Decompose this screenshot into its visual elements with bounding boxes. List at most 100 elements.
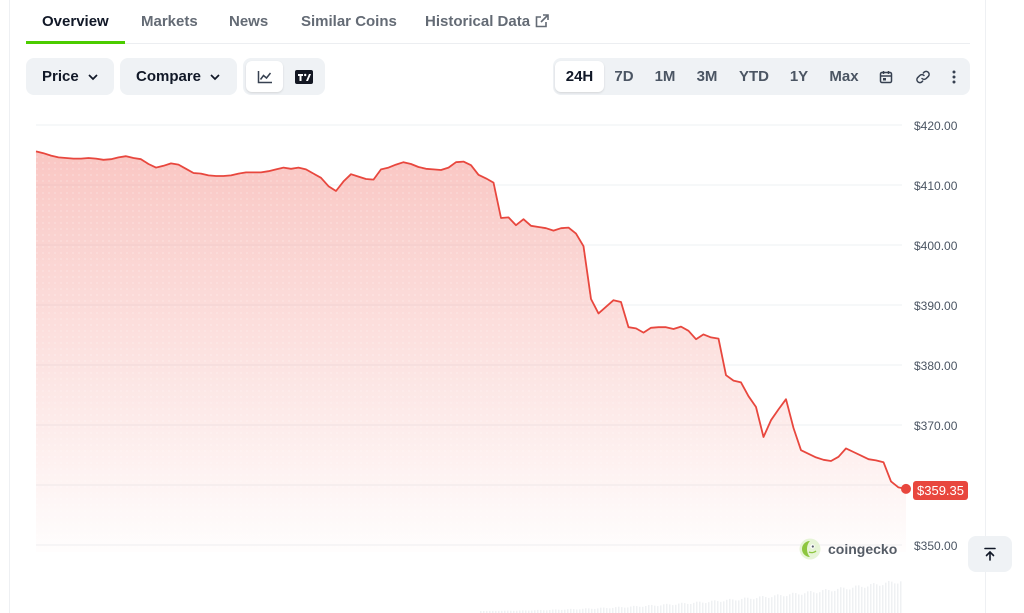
- volume-bar: [822, 590, 824, 613]
- volume-bar: [588, 608, 590, 613]
- volume-bar: [792, 592, 794, 613]
- range-max[interactable]: Max: [824, 61, 864, 92]
- volume-bar: [858, 585, 860, 613]
- volume-bar: [843, 587, 845, 613]
- volume-bar: [699, 601, 701, 613]
- volume-bar: [714, 600, 716, 613]
- volume-bar: [786, 596, 788, 613]
- compare-dropdown[interactable]: Compare: [120, 58, 237, 95]
- volume-bar: [783, 596, 785, 613]
- volume-bar: [741, 598, 743, 613]
- volume-bar: [738, 600, 740, 613]
- volume-bar: [891, 581, 893, 613]
- volume-bar: [873, 583, 875, 613]
- volume-bar: [726, 599, 728, 613]
- volume-bar: [768, 597, 770, 613]
- volume-bar: [855, 585, 857, 613]
- external-link-icon[interactable]: [534, 13, 550, 29]
- tab-historical-data[interactable]: Historical Data: [425, 13, 530, 30]
- calendar-button[interactable]: [871, 61, 901, 92]
- volume-bar: [693, 602, 695, 613]
- volume-bar: [744, 597, 746, 613]
- volume-bar: [555, 609, 557, 613]
- volume-bar: [609, 608, 611, 613]
- volume-bar: [615, 607, 617, 613]
- volume-bar: [870, 584, 872, 613]
- tradingview-icon: [294, 69, 313, 84]
- volume-bar: [825, 589, 827, 613]
- volume-bar: [576, 609, 578, 613]
- volume-bar: [675, 604, 677, 613]
- line-chart-icon: [257, 70, 272, 83]
- range-7d[interactable]: 7D: [607, 61, 641, 92]
- tab-similar-coins[interactable]: Similar Coins: [301, 13, 397, 30]
- link-icon: [916, 70, 930, 83]
- line-chart-button[interactable]: [246, 61, 283, 92]
- share-link-button[interactable]: [908, 61, 938, 92]
- volume-bar: [867, 586, 869, 613]
- volume-bar: [597, 608, 599, 613]
- coingecko-watermark: coingecko: [799, 537, 897, 561]
- volume-bar: [717, 601, 719, 613]
- tab-markets[interactable]: Markets: [141, 13, 198, 30]
- y-tick-label: $350.00: [914, 539, 958, 553]
- last-price-marker: [901, 483, 911, 494]
- volume-bar: [795, 593, 797, 613]
- volume-bar: [849, 589, 851, 613]
- volume-bar: [840, 587, 842, 613]
- volume-bar: [801, 594, 803, 613]
- volume-bar: [570, 608, 572, 613]
- volume-bar: [729, 598, 731, 613]
- compare-dropdown-label: Compare: [136, 68, 202, 85]
- volume-bar: [852, 587, 854, 613]
- volume-bar: [690, 603, 692, 613]
- volume-bar: [591, 608, 593, 613]
- chevron-down-icon: [88, 73, 98, 80]
- volume-bar: [648, 605, 650, 613]
- range-1y[interactable]: 1Y: [783, 61, 815, 92]
- tab-bar: Overview Markets News Similar Coins Hist…: [26, 0, 970, 44]
- volume-bar: [789, 594, 791, 613]
- volume-bar: [663, 604, 665, 613]
- volume-bar: [765, 597, 767, 613]
- tab-news[interactable]: News: [229, 13, 268, 30]
- watermark-text: coingecko: [828, 541, 898, 557]
- arrow-up-to-line-icon: [984, 547, 996, 561]
- range-24h[interactable]: 24H: [555, 61, 604, 92]
- volume-bar: [732, 599, 734, 613]
- volume-bar: [837, 588, 839, 613]
- volume-bar: [678, 603, 680, 613]
- last-price-badge: $359.35: [913, 481, 968, 500]
- volume-bar: [651, 604, 653, 613]
- more-options-button[interactable]: [939, 61, 969, 92]
- range-1m[interactable]: 1M: [648, 61, 682, 92]
- chart-type-toggle: [243, 58, 325, 95]
- volume-bar: [603, 607, 605, 613]
- volume-bar: [702, 602, 704, 613]
- tradingview-button[interactable]: [285, 61, 322, 92]
- tab-overview[interactable]: Overview: [42, 13, 109, 30]
- range-ytd[interactable]: YTD: [733, 61, 775, 92]
- volume-bar: [582, 608, 584, 613]
- scroll-to-top-button[interactable]: [968, 536, 1012, 572]
- volume-bar: [879, 585, 881, 613]
- volume-bar: [759, 596, 761, 613]
- volume-bar: [666, 603, 668, 613]
- volume-bar: [633, 605, 635, 613]
- volume-bar: [657, 606, 659, 613]
- volume-bar: [780, 595, 782, 613]
- price-dropdown[interactable]: Price: [26, 58, 114, 95]
- volume-bar: [681, 602, 683, 613]
- volume-bar: [630, 606, 632, 613]
- volume-bar: [798, 594, 800, 613]
- volume-bar: [750, 598, 752, 613]
- volume-bar: [612, 607, 614, 613]
- volume-bar: [834, 590, 836, 613]
- range-3m[interactable]: 3M: [690, 61, 724, 92]
- volume-bar: [711, 600, 713, 613]
- volume-bar: [621, 607, 623, 613]
- active-tab-indicator: [26, 41, 125, 44]
- volume-bar: [846, 589, 848, 613]
- y-tick-label: $390.00: [914, 299, 958, 313]
- volume-bar: [645, 606, 647, 613]
